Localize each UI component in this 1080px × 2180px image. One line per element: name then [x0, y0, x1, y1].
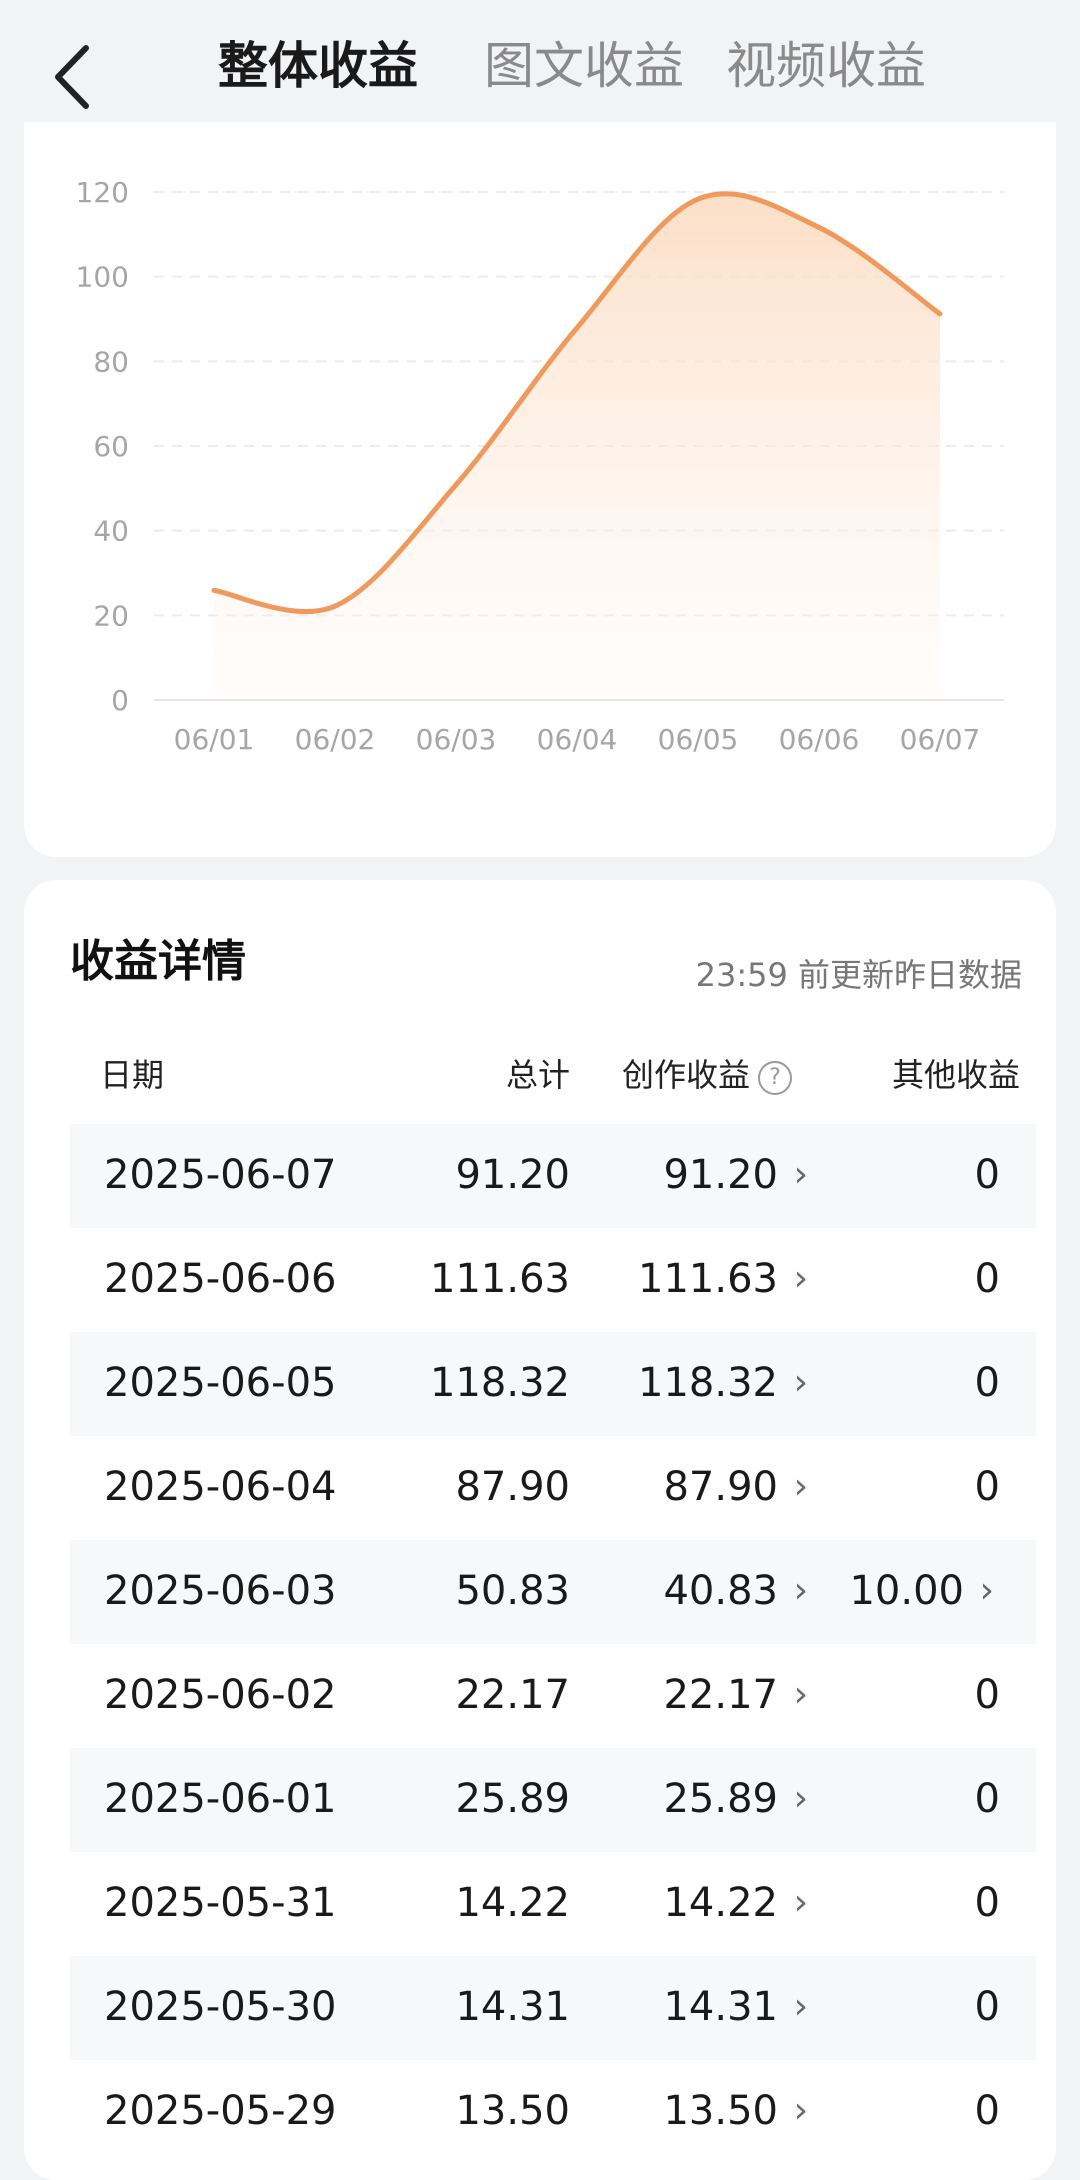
row-other-earnings: 0 — [974, 1464, 1000, 1510]
earnings-table: 2025-06-07 91.20 91.20 › 0 2025-06-06 111.63 11… — [70, 1124, 1036, 2164]
x-tick-label: 06/03 — [416, 723, 497, 756]
update-note: 23:59 前更新昨日数据 — [695, 956, 1022, 994]
chevron-right-icon[interactable]: › — [794, 1258, 808, 1299]
row-creation-earnings[interactable]: 111.63 — [638, 1256, 778, 1302]
row-other-earnings: 0 — [974, 1152, 1000, 1198]
chevron-right-icon[interactable]: › — [794, 1986, 808, 2027]
x-tick-label: 06/06 — [779, 723, 860, 756]
row-date: 2025-05-30 — [104, 1984, 337, 2030]
x-tick-label: 06/01 — [174, 723, 255, 756]
row-total: 111.63 — [430, 1256, 570, 1302]
row-total: 91.20 — [455, 1152, 570, 1198]
chevron-right-icon[interactable]: › — [980, 1570, 994, 1611]
chevron-right-icon[interactable]: › — [794, 1362, 808, 1403]
row-other-earnings: 0 — [974, 1776, 1000, 1822]
x-tick-label: 06/02 — [295, 723, 376, 756]
row-total: 87.90 — [455, 1464, 570, 1510]
row-date: 2025-06-02 — [104, 1672, 337, 1718]
row-other-earnings: 0 — [974, 1984, 1000, 2030]
table-row[interactable]: 2025-06-07 91.20 91.20 › 0 — [70, 1124, 1036, 1228]
row-total: 14.22 — [455, 1880, 570, 1926]
earnings-details-card: 收益详情 23:59 前更新昨日数据 日期 总计 创作收益? 其他收益 2025… — [24, 880, 1056, 2180]
row-total: 13.50 — [455, 2088, 570, 2134]
column-header-total: 总计 — [505, 1056, 570, 1094]
chevron-right-icon[interactable]: › — [794, 1154, 808, 1195]
y-tick-label: 80 — [93, 345, 129, 378]
row-total: 50.83 — [455, 1568, 570, 1614]
table-row[interactable]: 2025-05-29 13.50 13.50 › 0 — [70, 2060, 1036, 2164]
y-tick-label: 60 — [93, 430, 129, 463]
row-date: 2025-05-31 — [104, 1880, 337, 1926]
chevron-right-icon[interactable]: › — [794, 1778, 808, 1819]
y-tick-label: 20 — [93, 599, 129, 632]
row-date: 2025-06-07 — [104, 1152, 337, 1198]
table-row[interactable]: 2025-06-05 118.32 118.32 › 0 — [70, 1332, 1036, 1436]
row-date: 2025-06-06 — [104, 1256, 337, 1302]
row-creation-earnings[interactable]: 13.50 — [663, 2088, 778, 2134]
tab-video-earnings[interactable]: 视频收益 — [726, 30, 926, 102]
table-row[interactable]: 2025-05-30 14.31 14.31 › 0 — [70, 1956, 1036, 2060]
row-total: 25.89 — [455, 1776, 570, 1822]
table-row[interactable]: 2025-06-06 111.63 111.63 › 0 — [70, 1228, 1036, 1332]
row-date: 2025-06-01 — [104, 1776, 337, 1822]
row-date: 2025-06-05 — [104, 1360, 337, 1406]
y-tick-label: 0 — [111, 684, 129, 717]
row-date: 2025-06-04 — [104, 1464, 337, 1510]
row-creation-earnings[interactable]: 14.22 — [663, 1880, 778, 1926]
row-creation-earnings[interactable]: 87.90 — [663, 1464, 778, 1510]
row-total: 14.31 — [455, 1984, 570, 2030]
chevron-right-icon[interactable]: › — [794, 1674, 808, 1715]
row-other-earnings[interactable]: 10.00 — [849, 1568, 964, 1614]
row-other-earnings: 0 — [974, 1360, 1000, 1406]
tab-overall-earnings[interactable]: 整体收益 — [218, 30, 418, 102]
chevron-right-icon[interactable]: › — [794, 1570, 808, 1611]
row-total: 118.32 — [430, 1360, 570, 1406]
table-row[interactable]: 2025-05-31 14.22 14.22 › 0 — [70, 1852, 1036, 1956]
table-row[interactable]: 2025-06-03 50.83 40.83 › 10.00 › — [70, 1540, 1036, 1644]
table-row[interactable]: 2025-06-02 22.17 22.17 › 0 — [70, 1644, 1036, 1748]
y-tick-label: 40 — [93, 515, 129, 548]
row-other-earnings: 0 — [974, 1672, 1000, 1718]
y-tick-label: 100 — [76, 261, 129, 294]
column-header-creation-label: 创作收益 — [622, 1056, 751, 1094]
earnings-chart-card: 0 20 40 60 80 100 120 06/01 06/02 06/03 06/04 06/0… — [24, 122, 1056, 857]
chevron-right-icon[interactable]: › — [794, 1882, 808, 1923]
earnings-chart: 0 20 40 60 80 100 120 06/01 06/02 06/03 06/04 06/0… — [76, 176, 1004, 756]
x-tick-label: 06/04 — [537, 723, 618, 756]
table-header: 日期 总计 创作收益? 其他收益 — [70, 1050, 1030, 1110]
row-other-earnings: 0 — [974, 1880, 1000, 1926]
row-creation-earnings[interactable]: 14.31 — [663, 1984, 778, 2030]
table-row[interactable]: 2025-06-01 25.89 25.89 › 0 — [70, 1748, 1036, 1852]
chevron-right-icon[interactable]: › — [794, 1466, 808, 1507]
table-row[interactable]: 2025-06-04 87.90 87.90 › 0 — [70, 1436, 1036, 1540]
row-other-earnings: 0 — [974, 1256, 1000, 1302]
row-date: 2025-06-03 — [104, 1568, 337, 1614]
row-creation-earnings[interactable]: 91.20 — [663, 1152, 778, 1198]
row-creation-earnings[interactable]: 40.83 — [663, 1568, 778, 1614]
x-tick-label: 06/05 — [658, 723, 739, 756]
row-date: 2025-05-29 — [104, 2088, 337, 2134]
row-other-earnings: 0 — [974, 2088, 1000, 2134]
top-nav: 整体收益 图文收益 视频收益 — [0, 0, 1080, 125]
y-tick-label: 120 — [76, 176, 129, 209]
help-icon[interactable]: ? — [758, 1061, 793, 1095]
column-header-other: 其他收益 — [891, 1056, 1020, 1094]
row-creation-earnings[interactable]: 22.17 — [663, 1672, 778, 1718]
column-header-creation: 创作收益? — [622, 1050, 793, 1096]
column-header-date: 日期 — [100, 1056, 165, 1094]
row-total: 22.17 — [455, 1672, 570, 1718]
details-title: 收益详情 — [70, 936, 246, 987]
back-arrow-icon[interactable] — [48, 42, 98, 112]
chevron-right-icon[interactable]: › — [794, 2090, 808, 2131]
row-creation-earnings[interactable]: 25.89 — [663, 1776, 778, 1822]
row-creation-earnings[interactable]: 118.32 — [638, 1360, 778, 1406]
x-tick-label: 06/07 — [900, 723, 981, 756]
tab-article-earnings[interactable]: 图文收益 — [484, 30, 684, 102]
